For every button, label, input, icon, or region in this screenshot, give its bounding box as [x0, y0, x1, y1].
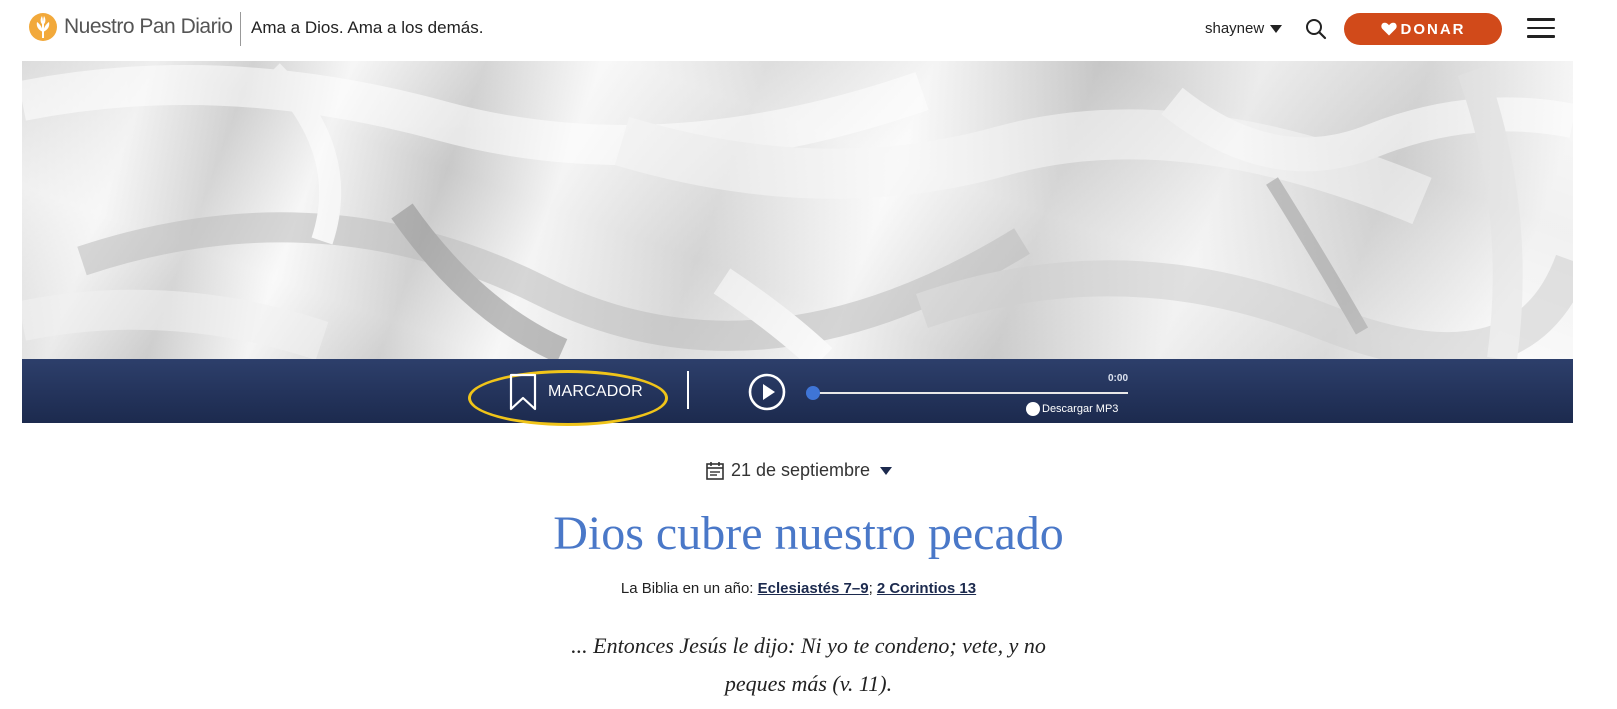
- search-icon[interactable]: [1304, 17, 1328, 41]
- download-icon: [1026, 402, 1040, 416]
- audio-divider: [687, 371, 689, 409]
- bookmark-label: MARCADOR: [548, 383, 643, 400]
- verse-line-2: peques más (v. 11).: [724, 671, 893, 696]
- hero-banner-image: [22, 61, 1573, 359]
- audio-progress-track[interactable]: [808, 392, 1128, 394]
- bible-year-separator: ;: [868, 580, 873, 597]
- key-verse: ... Entonces Jesús le dijo: Ni yo te con…: [0, 627, 1617, 703]
- date-label: 21 de septiembre: [730, 460, 871, 480]
- audio-time: 0:00: [1107, 373, 1128, 384]
- bookmark-button[interactable]: MARCADOR: [508, 373, 643, 411]
- username: shaynew: [1205, 20, 1265, 37]
- wheat-leaf-icon: [29, 13, 57, 41]
- bookmark-icon: [509, 373, 537, 411]
- date-selector-row: 21 de septiembre: [0, 460, 1617, 481]
- header-divider: [240, 12, 241, 46]
- play-icon[interactable]: [748, 373, 786, 411]
- donate-button[interactable]: DONAR: [1344, 13, 1502, 45]
- verse-line-1: ... Entonces Jesús le dijo: Ni yo te con…: [571, 633, 1046, 658]
- bible-in-a-year: La Biblia en un año: Eclesiastés 7–9; 2 …: [0, 580, 1607, 597]
- bible-year-link-1[interactable]: Eclesiastés 7–9: [758, 580, 869, 597]
- date-selector[interactable]: 21 de septiembre: [705, 460, 893, 481]
- user-menu[interactable]: shaynew: [1205, 20, 1283, 37]
- site-logo[interactable]: Nuestro Pan Diario: [28, 12, 233, 42]
- site-header: Nuestro Pan Diario Ama a Dios. Ama a los…: [0, 0, 1617, 58]
- heart-icon: [1380, 22, 1397, 36]
- bible-year-link-2[interactable]: 2 Corintios 13: [877, 580, 976, 597]
- download-label: Descargar MP3: [1042, 403, 1119, 415]
- caret-down-icon: [1270, 24, 1283, 33]
- caret-down-icon: [880, 466, 893, 475]
- audio-player-bar: MARCADOR 0:00 Descargar MP3: [22, 359, 1573, 426]
- donate-label: DONAR: [1400, 20, 1466, 38]
- site-tagline: Ama a Dios. Ama a los demás.: [251, 18, 484, 37]
- brushstroke-texture: [22, 63, 1573, 359]
- logo-text: Nuestro Pan Diario: [64, 15, 233, 38]
- calendar-icon: [706, 461, 724, 480]
- bible-year-prefix: La Biblia en un año:: [620, 580, 754, 597]
- devotional-title: Dios cubre nuestro pecado: [553, 507, 1064, 560]
- hamburger-menu-icon[interactable]: [1527, 18, 1555, 40]
- download-mp3-button[interactable]: Descargar MP3: [1026, 402, 1118, 416]
- audio-progress-handle[interactable]: [806, 386, 820, 400]
